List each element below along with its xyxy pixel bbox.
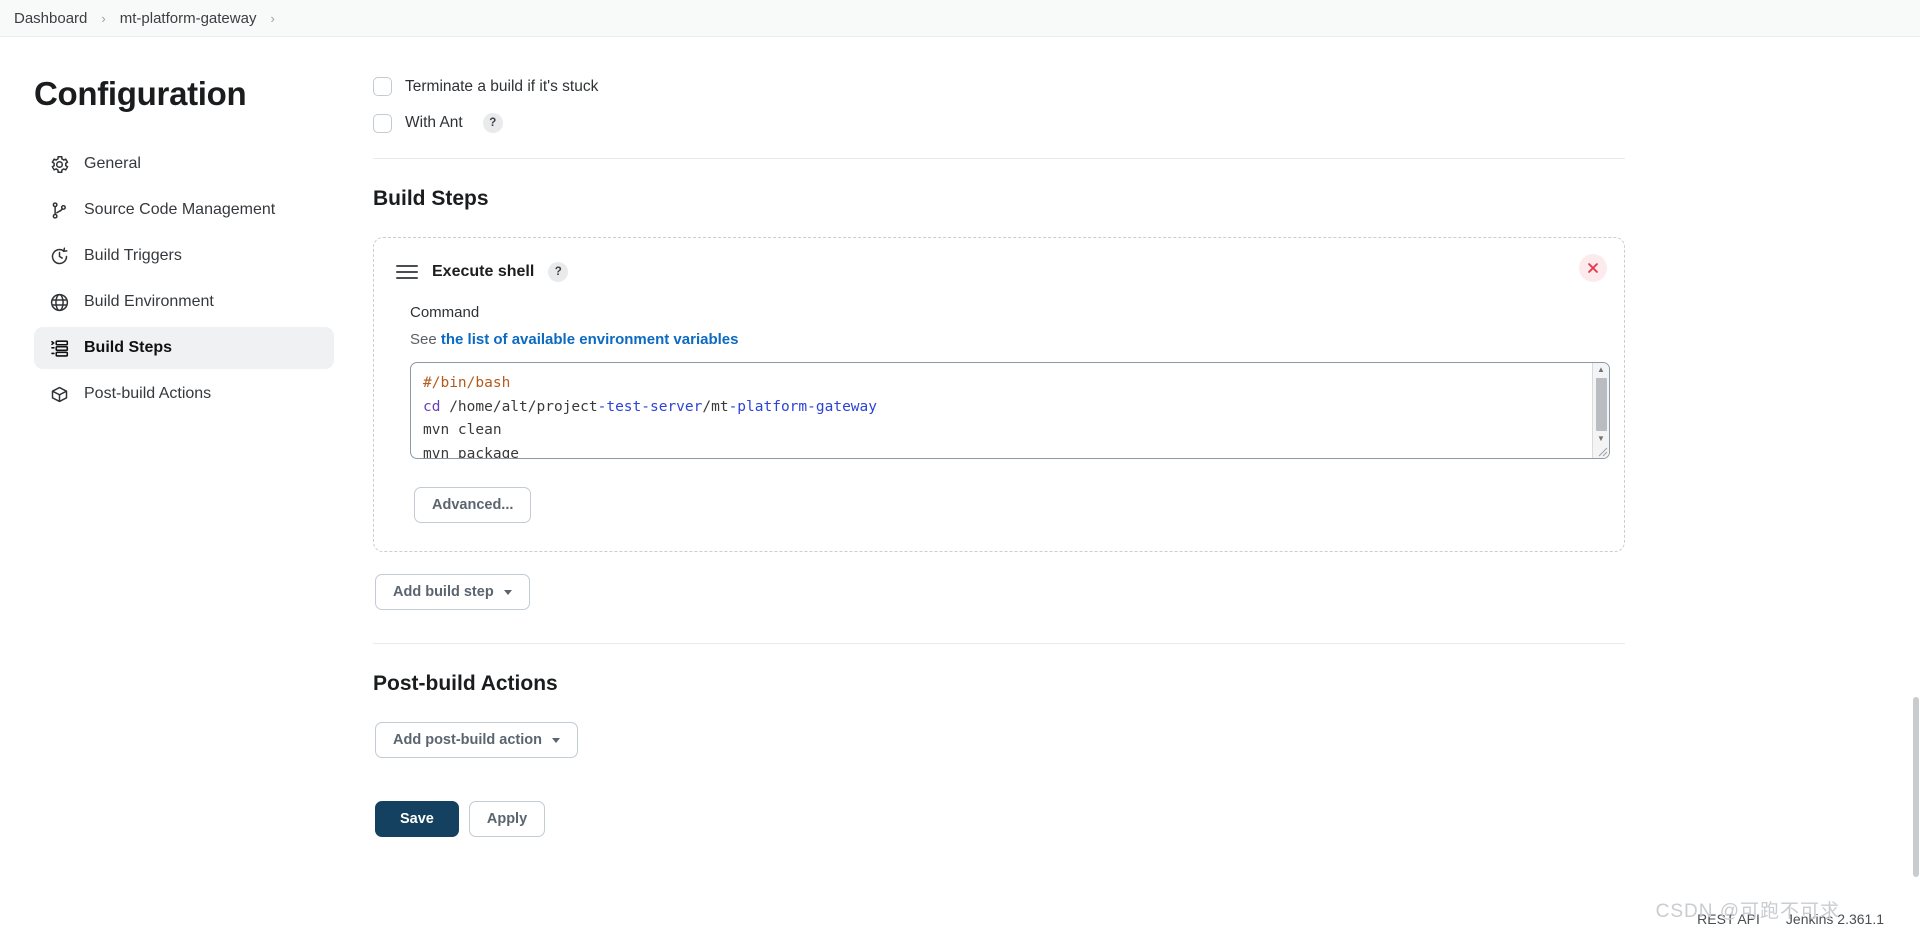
code-token: #/bin/bash (423, 375, 511, 391)
environment-variables-help: See the list of available environment va… (410, 331, 1600, 348)
breadcrumb-separator: › (101, 10, 106, 26)
page-footer: REST API Jenkins 2.361.1 (0, 900, 1920, 937)
breadcrumb-item-job[interactable]: mt-platform-gateway (120, 10, 257, 27)
option-with-ant-row: With Ant ? (373, 113, 1625, 133)
sidebar-item-label: Build Steps (84, 339, 173, 356)
breadcrumb-item-dashboard[interactable]: Dashboard (14, 10, 87, 27)
page-body: Configuration General Source Code Manage… (0, 37, 1920, 937)
with-ant-checkbox[interactable] (373, 113, 392, 133)
close-icon (1588, 263, 1598, 273)
globe-icon (48, 291, 70, 313)
build-step-card-execute-shell: Execute shell ? Command See the list of … (373, 237, 1625, 552)
code-token: mvn clean (423, 422, 502, 438)
page-scrollbar[interactable] (1912, 37, 1920, 937)
command-editor[interactable]: #/bin/bash cd /home/alt/project-test-serv… (410, 362, 1610, 459)
code-token: cd (423, 398, 450, 415)
code-token: /mt (702, 398, 729, 415)
resize-grip-icon[interactable] (1593, 445, 1609, 458)
sidebar-nav: General Source Code Management Build Tri… (34, 143, 334, 415)
add-build-step-label: Add build step (393, 584, 494, 600)
build-step-name: Execute shell (432, 263, 535, 280)
branch-icon (48, 199, 70, 221)
terminate-build-label: Terminate a build if it's stuck (405, 77, 599, 95)
command-field-label: Command (410, 304, 480, 321)
page-title: Configuration (34, 75, 247, 112)
sidebar-item-label: Build Environment (84, 293, 214, 310)
sidebar-item-build-steps[interactable]: Build Steps (34, 327, 334, 369)
sidebar-item-build-environment[interactable]: Build Environment (34, 281, 334, 323)
environment-variables-link[interactable]: the list of available environment variab… (441, 331, 739, 348)
sidebar-item-label: Post-build Actions (84, 385, 212, 402)
main-content: Terminate a build if it's stuck With Ant… (340, 37, 1920, 937)
configuration-sidebar: Configuration General Source Code Manage… (0, 37, 340, 937)
form-actions: Save Apply (375, 801, 1625, 837)
code-line: mvn clean (423, 419, 1580, 443)
sidebar-item-label: General (84, 155, 141, 172)
code-line: #/bin/bash (423, 372, 1580, 396)
add-build-step-button[interactable]: Add build step (375, 574, 530, 610)
chevron-down-icon-2 (552, 737, 561, 743)
command-textarea[interactable]: #/bin/bash cd /home/alt/project-test-serv… (411, 363, 1592, 458)
add-post-build-action-label: Add post-build action (393, 732, 543, 748)
code-line: mvn package (423, 443, 1580, 459)
gear-icon (48, 153, 70, 175)
scroll-down-icon[interactable]: ▼ (1593, 432, 1609, 446)
command-editor-scrollbar[interactable]: ▲ ▼ (1592, 363, 1609, 458)
remove-build-step-button[interactable] (1579, 254, 1607, 282)
box-icon (48, 383, 70, 405)
clock-icon (48, 245, 70, 267)
apply-button[interactable]: Apply (468, 801, 546, 837)
breadcrumb-separator-2: › (270, 10, 275, 26)
code-line: cd /home/alt/project-test-server/mt-plat… (423, 396, 1580, 420)
with-ant-help-icon[interactable]: ? (482, 113, 503, 133)
build-steps-heading: Build Steps (373, 187, 489, 210)
save-button[interactable]: Save (375, 801, 459, 837)
advanced-button[interactable]: Advanced... (414, 487, 532, 523)
help-prefix: See (410, 331, 441, 348)
code-token: -test-server (597, 398, 703, 415)
sidebar-item-post-build-actions[interactable]: Post-build Actions (34, 373, 334, 415)
scrollbar-thumb[interactable] (1595, 377, 1607, 431)
code-token: mvn package (423, 445, 520, 459)
add-post-build-action-button[interactable]: Add post-build action (375, 722, 579, 758)
section-divider-top (373, 158, 1625, 159)
sidebar-item-source-code-management[interactable]: Source Code Management (34, 189, 334, 231)
code-token: -platform-gateway (728, 398, 877, 415)
terminate-build-checkbox[interactable] (373, 77, 392, 96)
sidebar-item-general[interactable]: General (34, 143, 334, 185)
scroll-up-icon[interactable]: ▲ (1593, 363, 1609, 377)
jenkins-version-label: Jenkins 2.361.1 (1785, 910, 1884, 927)
post-build-actions-heading: Post-build Actions (373, 672, 558, 695)
sidebar-item-build-triggers[interactable]: Build Triggers (34, 235, 334, 277)
with-ant-label: With Ant (405, 114, 463, 131)
code-token: /home/alt/project (449, 398, 598, 415)
sidebar-item-label: Source Code Management (84, 201, 276, 218)
execute-shell-help-icon[interactable]: ? (548, 262, 569, 282)
list-steps-icon (48, 337, 70, 359)
sidebar-item-label: Build Triggers (84, 247, 182, 264)
option-terminate-build-row: Terminate a build if it's stuck (373, 77, 1625, 96)
breadcrumb: Dashboard › mt-platform-gateway › (0, 0, 1920, 37)
drag-handle-icon[interactable] (396, 263, 418, 281)
chevron-down-icon (503, 589, 512, 595)
section-divider-bottom (373, 643, 1625, 644)
rest-api-link[interactable]: REST API (1697, 911, 1760, 927)
build-step-header: Execute shell ? (396, 262, 1600, 282)
